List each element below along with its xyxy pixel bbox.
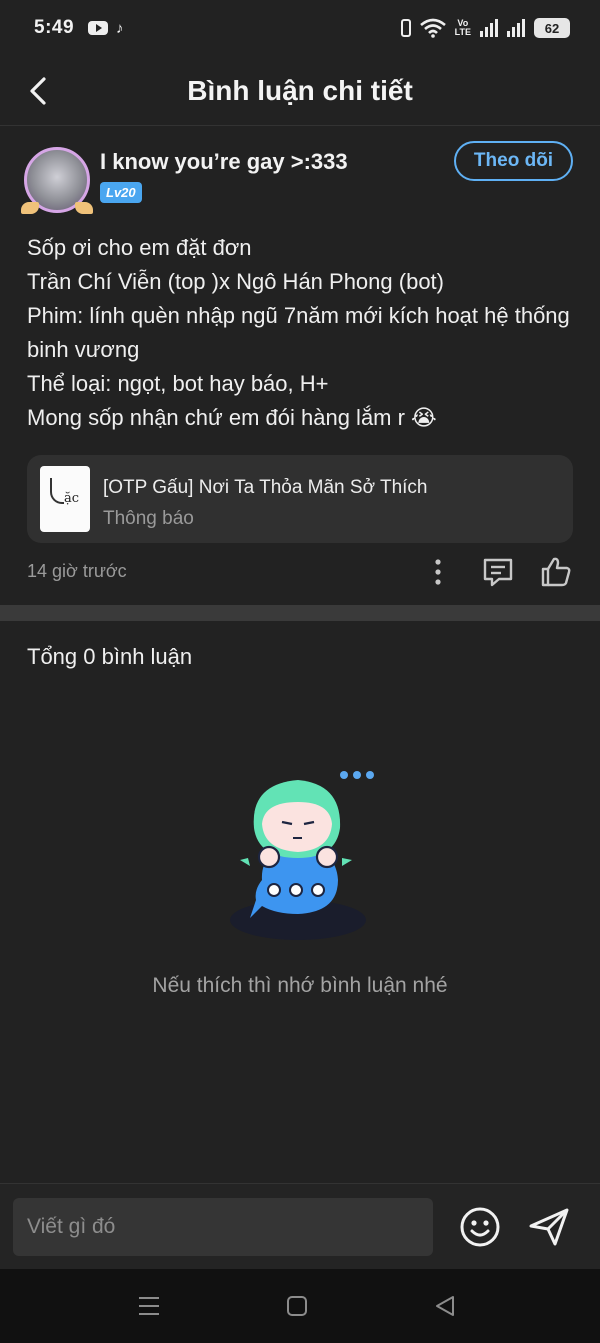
post-timestamp: 14 giờ trước [27, 561, 127, 581]
comment-input[interactable] [13, 1198, 433, 1256]
content-line: Trần Chí Viễn (top )x Ngô Hán Phong (bot… [27, 269, 444, 294]
follow-button[interactable]: Theo dõi [454, 141, 573, 181]
thumbnail-text: ặc [64, 491, 80, 506]
more-options-icon[interactable] [420, 554, 456, 590]
content-line: Thể loại: ngọt, bot hay báo, H+ [27, 371, 329, 396]
group-thumbnail: ặc [40, 466, 90, 532]
status-time: 5:49 [34, 17, 75, 38]
thumbnail-hand-drawing [50, 478, 64, 504]
comment-icon[interactable] [480, 554, 516, 590]
content-line: Mong sốp nhận chứ em đói hàng lắm r 😭 [27, 405, 437, 430]
home-icon[interactable] [286, 1295, 308, 1317]
group-link-card[interactable]: ặc [OTP Gấu] Nơi Ta Thỏa Mãn Sở Thích Th… [27, 455, 573, 543]
youtube-icon [88, 21, 109, 35]
section-divider [0, 605, 600, 621]
post-detail: I know you’re gay >:333 Lv20 Theo dõi Số… [0, 127, 600, 605]
author-name[interactable]: I know you’re gay >:333 [100, 149, 348, 175]
send-icon[interactable] [527, 1206, 571, 1248]
top-app-bar: Bình luận chi tiết [0, 56, 600, 126]
signal-icon [480, 19, 498, 37]
content-line: Phim: lính quèn nhập ngũ 7năm mới kích h… [27, 303, 570, 362]
group-link-title: [OTP Gấu] Nơi Ta Thỏa Mãn Sở Thích [103, 477, 428, 498]
notification-icons: ♪ [88, 20, 124, 37]
comment-composer [0, 1183, 600, 1269]
battery-icon: 62 [534, 18, 570, 38]
recent-apps-icon[interactable] [137, 1295, 161, 1317]
group-link-subtitle: Thông báo [103, 508, 194, 529]
system-navigation-bar [0, 1269, 600, 1343]
comments-count: Tổng 0 bình luận [27, 644, 193, 669]
back-nav-icon[interactable] [433, 1295, 457, 1317]
page-title: Bình luận chi tiết [187, 74, 413, 106]
content-line: Sốp ơi cho em đặt đơn [27, 235, 252, 260]
volte-indicator: Vo LTE [455, 19, 471, 37]
back-button[interactable] [22, 73, 58, 109]
system-icons: Vo LTE 62 [400, 18, 570, 38]
post-content: Sốp ơi cho em đặt đơn Trần Chí Viễn (top… [27, 231, 575, 435]
like-icon[interactable] [538, 554, 574, 590]
empty-comments-illustration [230, 771, 374, 940]
vibrate-icon [400, 19, 411, 37]
avatar[interactable] [21, 147, 93, 214]
emoji-icon[interactable] [459, 1206, 501, 1248]
status-bar: 5:49 ♪ Vo LTE 62 [0, 0, 600, 56]
level-badge: Lv20 [100, 182, 142, 203]
wifi-icon [419, 18, 446, 38]
tiktok-icon: ♪ [116, 19, 124, 37]
empty-comments-text: Nếu thích thì nhớ bình luận nhé [152, 974, 448, 997]
signal-icon-2 [507, 19, 525, 37]
volte-label-bottom: LTE [454, 27, 471, 37]
